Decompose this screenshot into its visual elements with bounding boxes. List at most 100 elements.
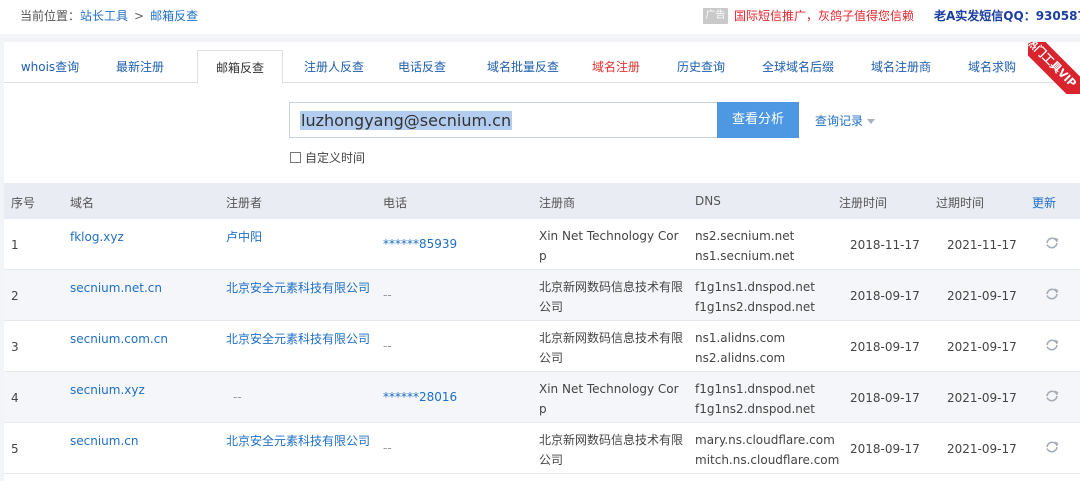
- row-registrar-line2: p: [539, 249, 547, 263]
- tab-email-reverse[interactable]: 邮箱反查: [197, 50, 283, 84]
- breadcrumb-prefix: 当前位置：: [20, 9, 81, 23]
- tab-phone-reverse[interactable]: 电话反查: [392, 50, 452, 83]
- chevron-down-icon: [867, 119, 876, 124]
- row-registrant: --: [233, 390, 242, 404]
- row-registrar-line2: 公司: [539, 453, 564, 467]
- vip-ribbon[interactable]: 热门工具VIP: [1028, 42, 1080, 94]
- tab-whois[interactable]: whois查询: [12, 50, 88, 83]
- breadcrumb-current[interactable]: 邮箱反查: [150, 9, 198, 23]
- table-row: 4 secnium.xyz -- ******28016 Xin Net Tec…: [4, 372, 1080, 423]
- row-dns-1: ns2.secnium.net: [695, 229, 795, 243]
- refresh-icon[interactable]: [1044, 235, 1060, 251]
- header-no: 序号: [11, 196, 36, 210]
- row-phone: --: [383, 339, 392, 353]
- table-row: 3 secnium.com.cn 北京安全元素科技有限公司 -- 北京新网数码信…: [4, 321, 1080, 372]
- header-domain: 域名: [70, 196, 95, 210]
- row-dns-2: ns2.alidns.com: [695, 351, 786, 365]
- refresh-icon[interactable]: [1044, 439, 1060, 455]
- row-no: 3: [11, 340, 19, 354]
- row-domain-link[interactable]: secnium.com.cn: [70, 329, 168, 349]
- row-exp-date: 2021-11-17: [947, 238, 1017, 252]
- ad-badge: 广告: [703, 8, 728, 24]
- tab-latest-registration[interactable]: 最新注册: [106, 50, 174, 83]
- row-exp-date: 2021-09-17: [947, 391, 1017, 405]
- table-row: 1 fklog.xyz 卢中阳 ******85939 Xin Net Tech…: [4, 219, 1080, 270]
- vip-ribbon-text: 热门工具VIP: [1028, 42, 1080, 94]
- row-registrar-line1: Xin Net Technology Cor: [539, 382, 679, 396]
- row-exp-date: 2021-09-17: [947, 442, 1017, 456]
- table-row: 5 secnium.cn 北京安全元素科技有限公司 -- 北京新网数码信息技术有…: [4, 423, 1080, 474]
- row-phone-link[interactable]: ******28016: [383, 387, 457, 407]
- analyze-button[interactable]: 查看分析: [717, 102, 799, 138]
- row-dns-2: mitch.ns.cloudflare.com: [695, 453, 840, 467]
- refresh-icon[interactable]: [1044, 337, 1060, 353]
- ad-link[interactable]: 国际短信推广，灰鸽子值得您信赖: [734, 7, 914, 24]
- tab-bar: whois查询 最新注册 邮箱反查 注册人反查 电话反查 域名批量反查 域名注册…: [4, 50, 1080, 84]
- table-header: 序号 域名 注册者 电话 注册商 DNS 注册时间 过期时间 更新: [4, 183, 1080, 219]
- row-dns-1: f1g1ns1.dnspod.net: [695, 382, 815, 396]
- row-registrar-line1: 北京新网数码信息技术有限: [539, 280, 684, 294]
- row-domain-link[interactable]: secnium.net.cn: [70, 278, 162, 298]
- row-no: 5: [11, 442, 19, 456]
- row-phone-link[interactable]: ******85939: [383, 234, 457, 254]
- header-registrar: 注册商: [539, 196, 576, 210]
- top-bar: 当前位置：站长工具 > 邮箱反查 广告 国际短信推广，灰鸽子值得您信赖 老A实发短信…: [0, 0, 1080, 34]
- row-registrar-line1: 北京新网数码信息技术有限: [539, 331, 684, 345]
- row-registrant-link[interactable]: 卢中阳: [226, 227, 262, 247]
- row-reg-date: 2018-09-17: [850, 391, 920, 405]
- row-reg-date: 2018-09-17: [850, 442, 920, 456]
- breadcrumb-separator: >: [134, 9, 145, 23]
- refresh-icon[interactable]: [1044, 388, 1060, 404]
- tab-global-suffix[interactable]: 全球域名后缀: [756, 50, 840, 83]
- row-exp-date: 2021-09-17: [947, 289, 1017, 303]
- custom-time-checkbox[interactable]: [290, 152, 301, 163]
- table-row: 2 secnium.net.cn 北京安全元素科技有限公司 -- 北京新网数码信…: [4, 270, 1080, 321]
- main-panel: whois查询 最新注册 邮箱反查 注册人反查 电话反查 域名批量反查 域名注册…: [4, 42, 1080, 481]
- tab-batch-reverse[interactable]: 域名批量反查: [478, 50, 568, 83]
- tab-history[interactable]: 历史查询: [671, 50, 731, 83]
- header-phone: 电话: [383, 196, 408, 210]
- row-registrant-link[interactable]: 北京安全元素科技有限公司: [226, 329, 370, 349]
- row-registrant-link[interactable]: 北京安全元素科技有限公司: [226, 278, 370, 298]
- header-dns: DNS: [695, 194, 721, 208]
- header-registrant: 注册者: [226, 196, 263, 210]
- breadcrumb-home-link[interactable]: 站长工具: [80, 9, 128, 23]
- row-registrar-line2: 公司: [539, 300, 564, 314]
- email-search-input[interactable]: luzhongyang@secnium.cn: [289, 102, 717, 138]
- header-exp-date: 过期时间: [936, 196, 985, 210]
- refresh-icon[interactable]: [1044, 286, 1060, 302]
- ad-qq-link[interactable]: 老A实发短信QQ：930587: [934, 7, 1080, 24]
- custom-time-label: 自定义时间: [305, 151, 366, 165]
- row-dns-1: f1g1ns1.dnspod.net: [695, 280, 815, 294]
- row-no: 4: [11, 391, 19, 405]
- row-dns-1: ns1.alidns.com: [695, 331, 786, 345]
- header-refresh-link[interactable]: 更新: [1032, 194, 1056, 211]
- row-domain-link[interactable]: secnium.cn: [70, 431, 138, 451]
- tab-registrant-reverse[interactable]: 注册人反查: [294, 50, 374, 83]
- row-dns-1: mary.ns.cloudflare.com: [695, 433, 835, 447]
- row-reg-date: 2018-09-17: [850, 289, 920, 303]
- row-domain-link[interactable]: secnium.xyz: [70, 380, 145, 400]
- email-search-value: luzhongyang@secnium.cn: [300, 111, 513, 130]
- row-reg-date: 2018-11-17: [850, 238, 920, 252]
- row-no: 1: [11, 238, 19, 252]
- tab-domain-wanted[interactable]: 域名求购: [962, 50, 1022, 83]
- custom-time-option: 自定义时间: [290, 149, 365, 166]
- tab-registrars[interactable]: 域名注册商: [864, 50, 938, 83]
- row-dns-2: f1g1ns2.dnspod.net: [695, 300, 815, 314]
- row-registrant-link[interactable]: 北京安全元素科技有限公司: [226, 431, 370, 451]
- row-dns-2: f1g1ns2.dnspod.net: [695, 402, 815, 416]
- row-phone: --: [383, 288, 392, 302]
- row-registrar-line2: 公司: [539, 351, 564, 365]
- row-registrar-line1: Xin Net Technology Cor: [539, 229, 679, 243]
- row-domain-link[interactable]: fklog.xyz: [70, 227, 124, 247]
- header-reg-date: 注册时间: [839, 196, 888, 210]
- row-registrar-line2: p: [539, 402, 547, 416]
- row-dns-2: ns1.secnium.net: [695, 249, 795, 263]
- row-phone: --: [383, 441, 392, 455]
- breadcrumb: 当前位置：站长工具 > 邮箱反查: [20, 7, 198, 24]
- tab-domain-register[interactable]: 域名注册: [586, 50, 646, 83]
- row-reg-date: 2018-09-17: [850, 340, 920, 354]
- query-history-label: 查询记录: [815, 114, 864, 128]
- query-history-dropdown[interactable]: 查询记录: [815, 112, 876, 129]
